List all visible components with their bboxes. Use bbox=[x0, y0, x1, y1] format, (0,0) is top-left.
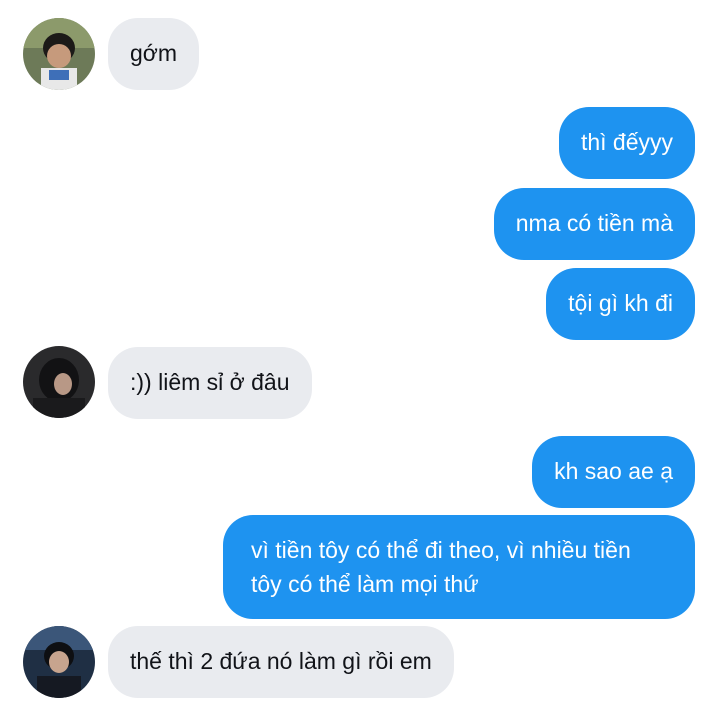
contact-avatar[interactable] bbox=[23, 18, 95, 90]
outgoing-message: thì đếyyy bbox=[558, 107, 695, 179]
contact-avatar[interactable] bbox=[23, 346, 95, 418]
outgoing-message: tội gì kh đi bbox=[546, 268, 695, 340]
outgoing-message: kh sao ae ạ bbox=[532, 436, 695, 508]
incoming-message: :)) liêm sỉ ở đâu bbox=[108, 347, 312, 419]
outgoing-message: nma có tiền mà bbox=[493, 188, 695, 260]
incoming-message: gớm bbox=[108, 18, 200, 90]
chat-thread: gớm thì đếyyy nma có tiền mà tội gì kh đ… bbox=[0, 0, 715, 715]
outgoing-message: vì tiền tôy có thể đi theo, vì nhiều tiề… bbox=[223, 515, 695, 619]
contact-avatar[interactable] bbox=[23, 626, 95, 698]
incoming-message: thế thì 2 đứa nó làm gì rồi em bbox=[108, 626, 454, 698]
